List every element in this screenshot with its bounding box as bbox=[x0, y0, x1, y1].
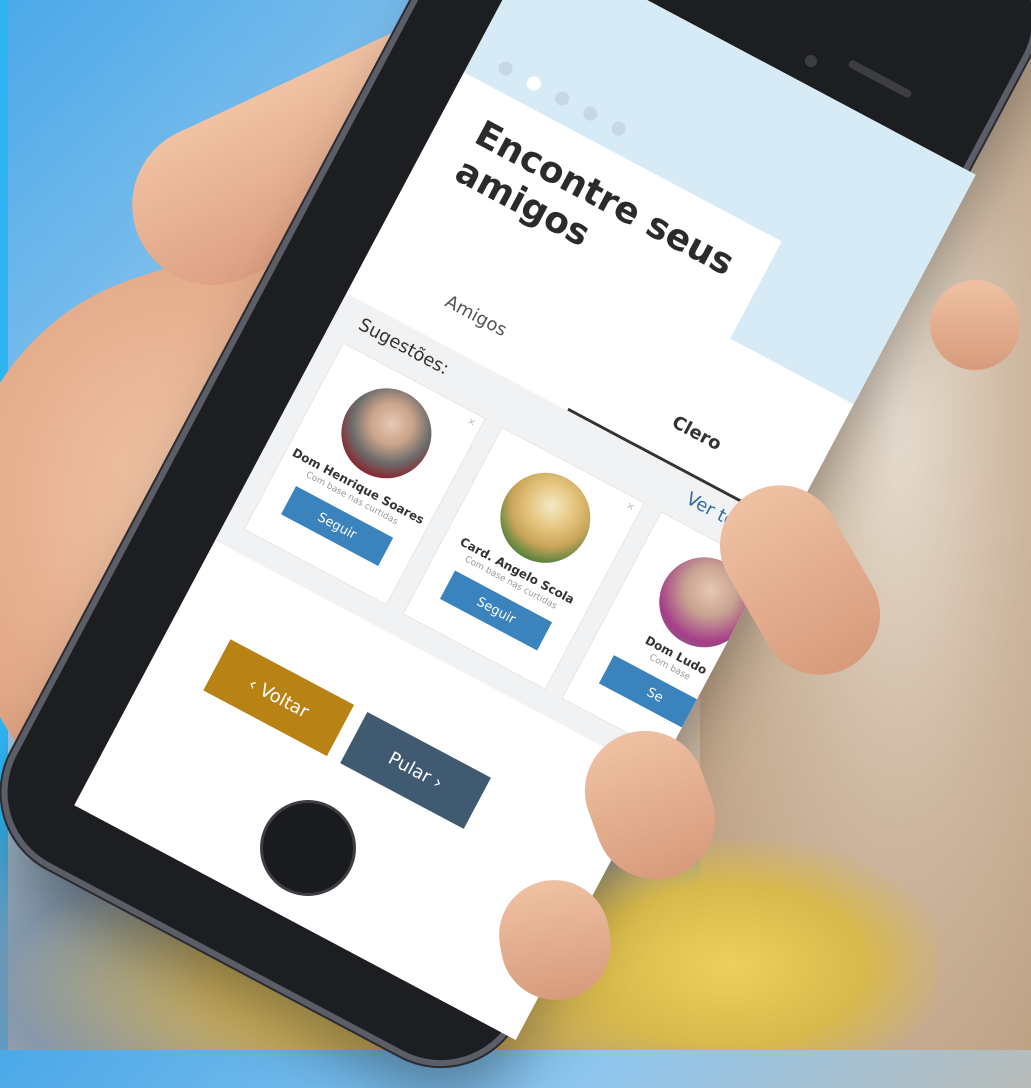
back-button[interactable]: ‹ Voltar bbox=[203, 639, 355, 757]
skip-button[interactable]: Pular › bbox=[340, 711, 491, 829]
back-label: Voltar bbox=[256, 679, 313, 723]
close-icon[interactable]: × bbox=[465, 416, 478, 430]
close-icon[interactable]: × bbox=[624, 500, 637, 514]
front-camera-icon bbox=[805, 55, 817, 67]
home-button[interactable] bbox=[260, 800, 356, 896]
hand-finger bbox=[930, 280, 1020, 370]
